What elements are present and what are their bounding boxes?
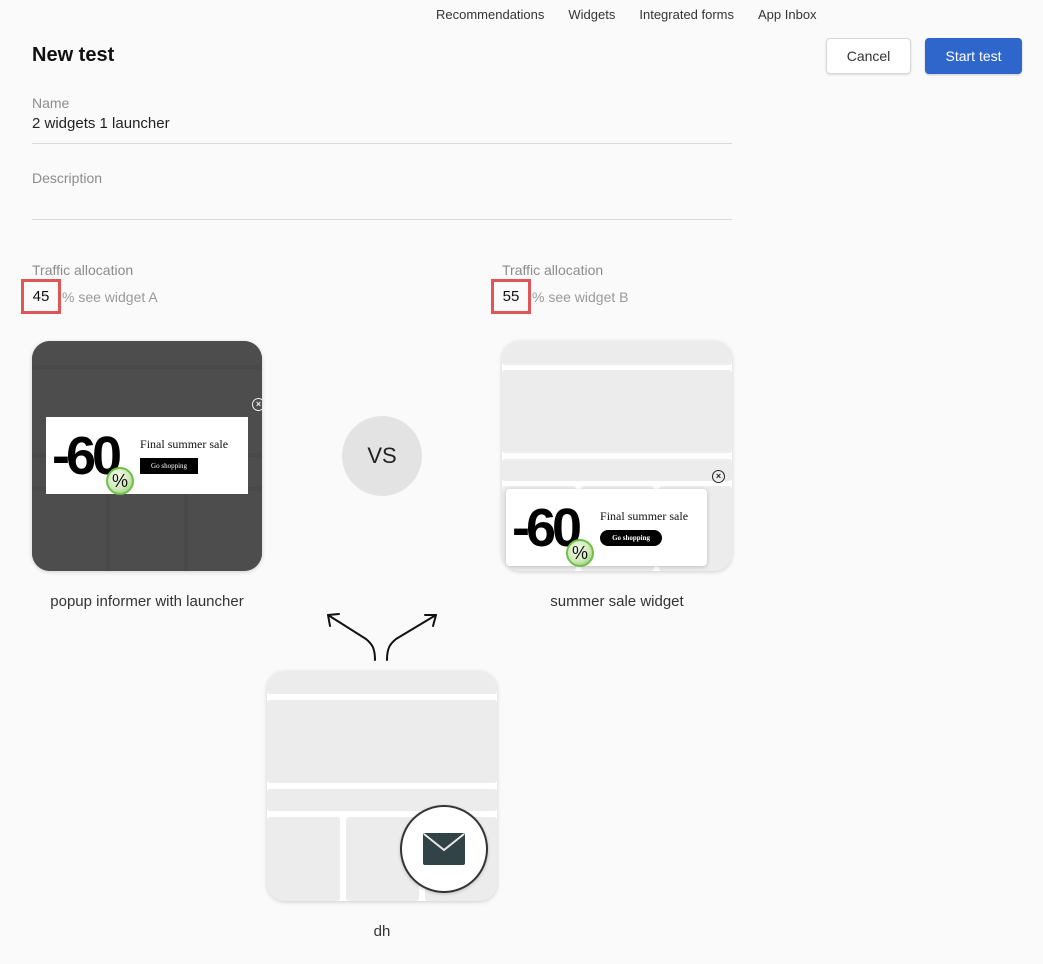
nav-widgets[interactable]: Widgets — [568, 7, 615, 22]
discount-text: -60 % — [512, 501, 595, 567]
preview-block — [502, 370, 732, 453]
popup-preview: -60 % Final summer sale Go shopping — [46, 417, 248, 495]
percent-badge-icon: % — [566, 538, 595, 567]
traffic-label-a: Traffic allocation — [32, 262, 134, 278]
name-input[interactable] — [32, 111, 732, 138]
nav-recommendations[interactable]: Recommendations — [436, 7, 544, 22]
envelope-icon — [423, 833, 465, 865]
launcher-card[interactable] — [267, 671, 497, 901]
promo-title: Final summer sale — [140, 437, 229, 451]
discount-text: -60 % — [52, 429, 135, 495]
preview-block — [32, 341, 262, 365]
start-test-button[interactable]: Start test — [925, 38, 1022, 74]
preview-block — [267, 789, 497, 811]
close-icon: × — [712, 470, 725, 483]
close-icon: × — [252, 398, 262, 411]
preview-block — [267, 817, 340, 901]
traffic-suffix-a: % see widget A — [62, 288, 158, 305]
launcher-name: dh — [373, 923, 391, 940]
traffic-input-b[interactable] — [491, 279, 531, 314]
widget-card-b[interactable]: × -60 % Final summer sale Go shopping — [502, 341, 732, 571]
traffic-input-a[interactable] — [21, 279, 61, 314]
split-arrows-icon — [327, 613, 437, 661]
arrow-right-path — [386, 614, 437, 661]
go-shopping-preview-button: Go shopping — [140, 458, 199, 474]
widget-b-name: summer sale widget — [550, 593, 684, 610]
traffic-allocation-b: Traffic allocation % see widget B — [491, 262, 629, 314]
percent-badge-icon: % — [106, 466, 135, 495]
launcher-button — [400, 805, 488, 893]
traffic-allocation-a: Traffic allocation % see widget A — [21, 262, 158, 314]
traffic-suffix-b: % see widget B — [532, 288, 629, 305]
preview-block — [502, 459, 732, 481]
nav-integrated-forms[interactable]: Integrated forms — [639, 7, 734, 22]
nav-app-inbox[interactable]: App Inbox — [758, 7, 817, 22]
popup-preview: -60 % Final summer sale Go shopping — [506, 489, 707, 567]
traffic-label-b: Traffic allocation — [502, 262, 604, 278]
top-navigation: Recommendations Widgets Integrated forms… — [436, 7, 817, 22]
preview-block — [110, 491, 184, 571]
preview-block — [32, 491, 106, 571]
vs-badge: VS — [342, 416, 422, 496]
widget-a-name: popup informer with launcher — [50, 593, 244, 610]
arrow-left-path — [327, 614, 376, 661]
description-input[interactable] — [32, 186, 732, 213]
name-label: Name — [32, 95, 70, 111]
widget-card-a[interactable]: × -60 % Final summer sale Go shopping — [32, 341, 262, 571]
cancel-button[interactable]: Cancel — [826, 38, 911, 74]
preview-block — [267, 671, 497, 694]
description-label: Description — [32, 170, 103, 186]
description-field: Description — [32, 170, 732, 220]
promo-title: Final summer sale — [600, 509, 689, 523]
preview-block — [502, 341, 732, 365]
go-shopping-preview-button: Go shopping — [600, 530, 663, 546]
name-field: Name — [32, 95, 732, 144]
preview-block — [188, 491, 262, 571]
page-title: New test — [32, 44, 115, 66]
preview-block — [267, 700, 497, 783]
